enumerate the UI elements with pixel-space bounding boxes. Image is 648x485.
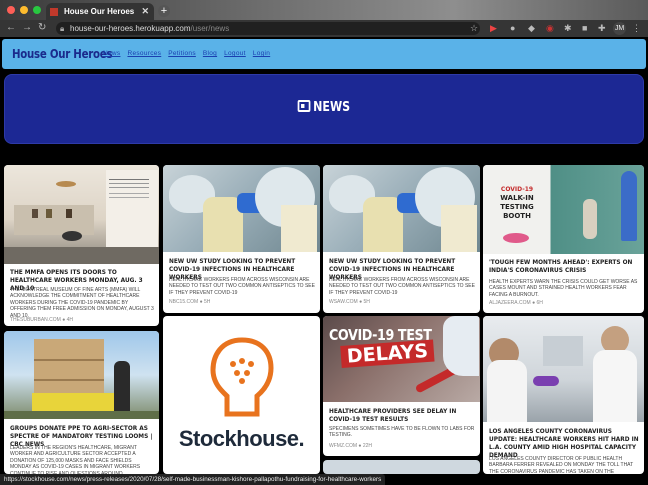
booth-sign: COVID-19 WALK-IN TESTING BOOTH xyxy=(491,185,543,221)
close-window-button[interactable] xyxy=(7,6,15,14)
article-description: Healthcare workers from across Wisconsin… xyxy=(329,277,475,296)
booth-sign-line: BOOTH xyxy=(503,212,531,220)
nav-link-logout[interactable]: Logout xyxy=(224,50,246,57)
article-image xyxy=(4,165,159,264)
extension-icon[interactable]: ✱ xyxy=(564,23,572,34)
booth-sign-line: COVID-19 xyxy=(500,186,534,193)
url-host: house-our-heroes.herokuapp.com xyxy=(70,24,191,33)
article-source: NBC15.COM xyxy=(169,299,199,305)
article-source: WFMZ.COM xyxy=(329,443,358,449)
article-description: Los Angeles County Director of Public He… xyxy=(489,456,634,474)
article-title[interactable]: Healthcare providers see delay in COVID-… xyxy=(329,408,475,424)
url-path: /user/news xyxy=(190,24,230,33)
article-age: 22H xyxy=(362,443,373,449)
article-description: Healthcare workers from across Wisconsin… xyxy=(169,277,315,296)
stockhouse-logo-icon xyxy=(210,337,274,417)
extension-icon[interactable]: ● xyxy=(510,23,515,33)
article-source: WSAW.COM xyxy=(329,299,358,305)
site-navbar: House Our Heroes News Resources Petition… xyxy=(2,39,646,69)
nav-link-blog[interactable]: Blog xyxy=(203,50,217,57)
article-image xyxy=(4,331,159,419)
article-description: Leaders in the region's healthcare, migr… xyxy=(10,445,141,474)
close-tab-icon[interactable]: ✕ xyxy=(141,6,149,17)
nav-links: News Resources Petitions Blog Logout Log… xyxy=(103,50,270,57)
extension-icon[interactable]: ▶ xyxy=(490,23,497,34)
article-image: COVID-19 TEST DELAYS xyxy=(323,316,480,402)
news-card[interactable]: New UW study looking to prevent COVID-19… xyxy=(163,165,320,313)
tab-title: House Our Heroes xyxy=(64,7,135,16)
browser-tab[interactable]: House Our Heroes ✕ xyxy=(46,3,154,20)
newspaper-icon xyxy=(297,100,311,112)
article-source: THESUBURBAN.COM xyxy=(10,317,61,323)
news-banner: NEWS xyxy=(4,74,644,144)
article-meta: THESUBURBAN.COM ● 4H xyxy=(10,317,74,323)
kebab-menu-icon[interactable]: ⋮ xyxy=(632,23,641,34)
site-brand[interactable]: House Our Heroes xyxy=(12,47,113,61)
article-age: 6H xyxy=(536,300,543,306)
article-image xyxy=(483,316,644,422)
stockhouse-wordmark: Stockhouse. xyxy=(178,426,305,451)
article-meta: ALJAZEERA.COM ● 6H xyxy=(489,300,543,306)
nav-link-login[interactable]: Login xyxy=(253,50,270,57)
extension-icon[interactable]: ■ xyxy=(582,23,587,33)
news-card[interactable]: Groups donate PPE to agri-sector as spec… xyxy=(4,331,159,474)
nav-link-news[interactable]: News xyxy=(103,50,120,57)
profile-avatar[interactable]: JM xyxy=(613,22,626,35)
news-card[interactable]: COVID-19 WALK-IN TESTING BOOTH 'Tough fe… xyxy=(483,165,644,313)
news-card[interactable] xyxy=(323,460,480,474)
article-image xyxy=(323,165,480,252)
article-image: COVID-19 WALK-IN TESTING BOOTH xyxy=(483,165,644,254)
address-bar[interactable]: house-our-heroes.herokuapp.com/user/news xyxy=(56,22,480,35)
link-status-bar: https://stockhouse.com/news/press-releas… xyxy=(0,474,386,485)
article-meta: NBC15.COM ● 5H xyxy=(169,299,211,305)
article-age: 4H xyxy=(66,317,74,323)
booth-sign-line: TESTING xyxy=(500,203,534,211)
favicon-icon xyxy=(50,7,58,16)
article-description: Health experts warn the crisis could get… xyxy=(489,279,638,298)
browser-chrome: House Our Heroes ✕ + ← → ↻ house-our-her… xyxy=(0,0,648,37)
bookmark-star-icon[interactable]: ☆ xyxy=(470,23,478,34)
news-card[interactable]: Los Angeles County coronavirus update: H… xyxy=(483,316,644,474)
article-title[interactable]: 'Tough few months ahead': Experts on Ind… xyxy=(489,259,639,275)
news-card[interactable]: New UW study looking to prevent COVID-19… xyxy=(323,165,480,313)
nav-link-petitions[interactable]: Petitions xyxy=(168,50,196,57)
article-image xyxy=(163,165,320,252)
booth-sign-line: WALK-IN xyxy=(500,194,534,202)
article-description: The Montreal Museum of Fine Arts (MMFA) … xyxy=(10,287,154,319)
news-card[interactable]: COVID-19 TEST DELAYS Healthcare provider… xyxy=(323,316,480,456)
new-tab-button[interactable]: + xyxy=(158,5,170,17)
window-controls xyxy=(7,6,41,14)
extension-icon[interactable]: ◉ xyxy=(546,23,554,34)
article-age: 5H xyxy=(204,299,211,305)
article-meta: WFMZ.COM ● 22H xyxy=(329,443,373,449)
news-card[interactable]: The MMFA opens its doors to healthcare w… xyxy=(4,165,159,326)
article-source: ALJAZEERA.COM xyxy=(489,300,531,306)
minimize-window-button[interactable] xyxy=(20,6,28,14)
back-icon[interactable]: ← xyxy=(6,22,16,33)
lock-icon[interactable]: 🔒︎ xyxy=(60,24,64,34)
banner-heading: NEWS xyxy=(53,100,595,115)
article-meta: WSAW.COM ● 5H xyxy=(329,299,370,305)
article-description: Specimens sometimes have to be flown to … xyxy=(329,426,475,439)
news-card[interactable]: Stockhouse. xyxy=(163,316,320,474)
forward-icon[interactable]: → xyxy=(22,22,32,33)
puzzle-icon[interactable]: ✚ xyxy=(598,23,606,34)
reload-icon[interactable]: ↻ xyxy=(38,22,46,33)
maximize-window-button[interactable] xyxy=(33,6,41,14)
nav-link-resources[interactable]: Resources xyxy=(127,50,161,57)
article-age: 5H xyxy=(363,299,370,305)
banner-title: NEWS xyxy=(313,100,351,115)
extension-icon[interactable]: ◆ xyxy=(528,23,535,34)
